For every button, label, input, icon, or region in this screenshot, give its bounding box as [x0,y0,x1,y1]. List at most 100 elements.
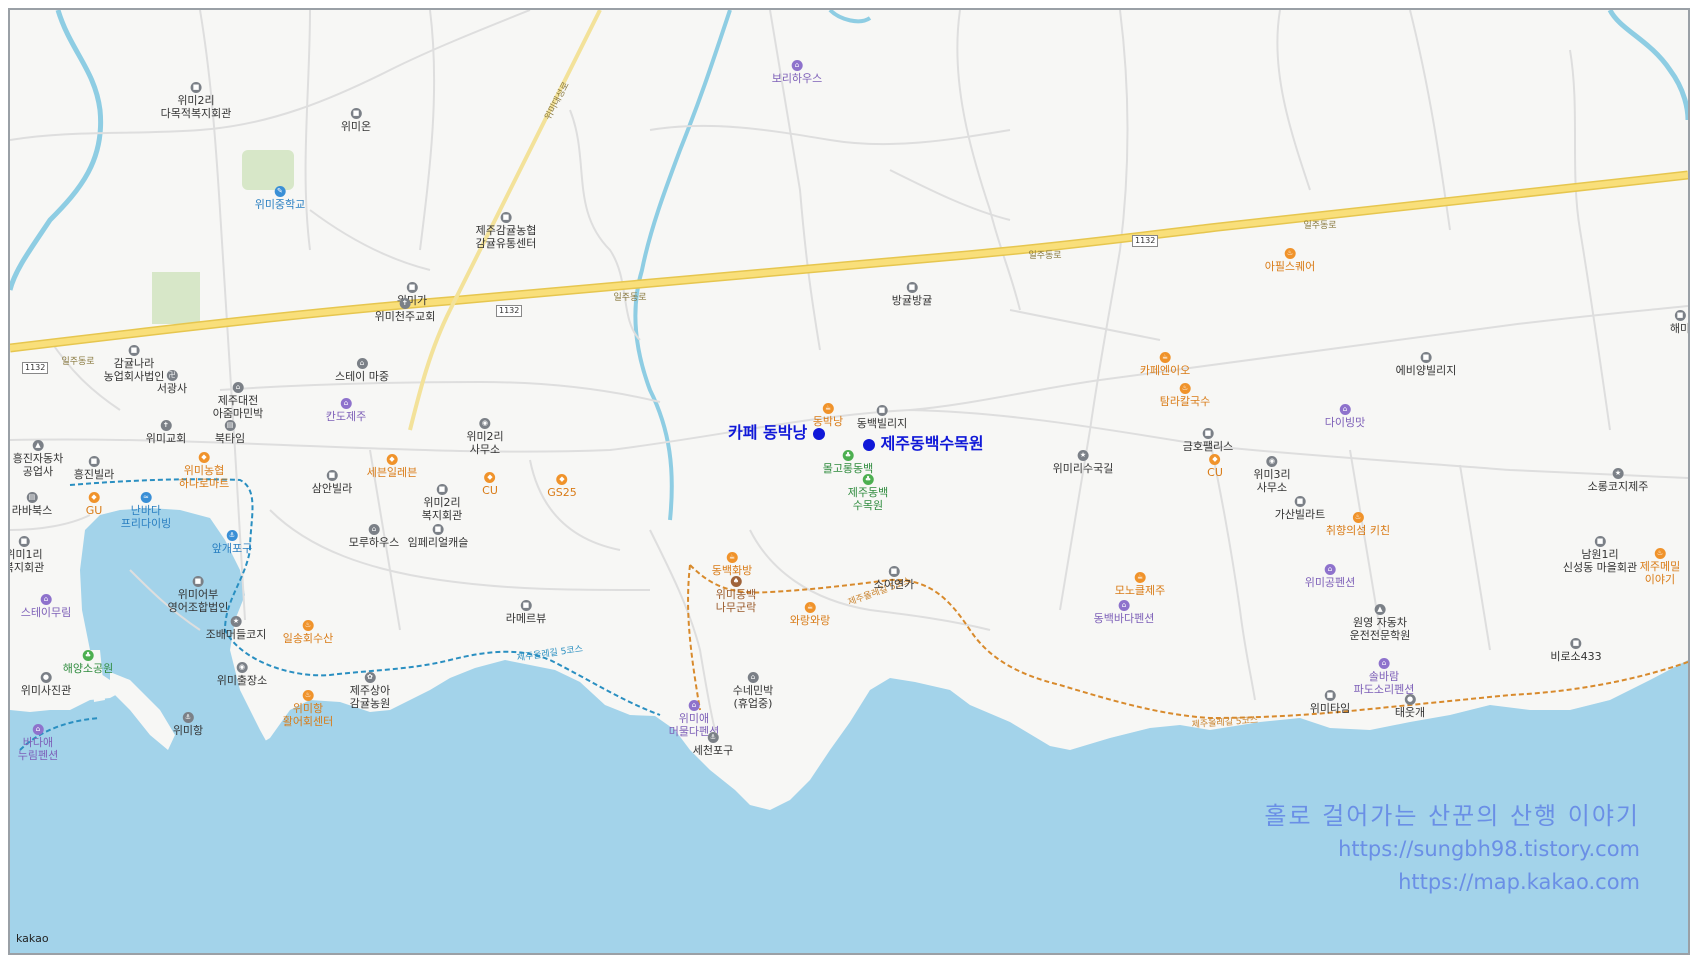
poi-label: 스테이 마중 [334,370,390,383]
poi-wimitaim[interactable]: ■ 위미타임 [1310,690,1350,715]
poi-wimi-photo[interactable]: ● 위미사진관 [21,672,71,697]
building-icon: ■ [18,536,30,547]
poi-kumho[interactable]: ■ 금호팰리스 [1183,428,1233,453]
map-frame[interactable]: 1132 1132 1132 일주동로 일주동로 일주동로 일주동로 위미대성로… [8,8,1690,955]
building-icon: ■ [500,212,512,223]
poi-sunemin[interactable]: ⌂ 수네민박 (휴업중) [733,672,773,710]
poi-ebiyang[interactable]: ■ 에비양빌리지 [1396,352,1456,377]
poi-wimi-gongpension[interactable]: ⌂ 위미공펜션 [1305,564,1355,589]
poi-rabaux[interactable]: ▤ 라바북스 [12,492,52,517]
poi-wimi3ri[interactable]: ◉ 위미3리 사무소 [1253,456,1291,494]
poi-wimi-nonghyup[interactable]: ◆ 위미농협 하나로마트 [179,452,229,490]
poi-cafe-enio[interactable]: ☕ 카페엔이오 [1140,352,1190,377]
poi-wimi2ri-welfare[interactable]: ■ 위미2리 복지회관 [422,484,462,522]
church-icon: ✝ [160,420,172,431]
poi-moruhouse[interactable]: ⌂ 모루하우스 [349,524,399,549]
poi-sambeon[interactable]: ◆ 세븐일레븐 [367,454,417,479]
poi-wimi2ri-hall[interactable]: ■ 위미2리 다목적복지회관 [161,82,231,120]
poi-dongbaek-village[interactable]: ■ 동백빌리지 [857,405,907,430]
poi-gu[interactable]: ◆ GU [86,492,102,517]
lodging-icon: ⌂ [747,672,759,683]
poi-soiyeonga[interactable]: ■ 소이연가 [874,566,914,591]
poi-jobae[interactable]: ★ 조배머들코지 [206,616,266,641]
poi-wimidongbaek[interactable]: ♠ 위미동백 나무군락 [716,576,756,614]
poi-label: 가산빌라트 [1274,508,1326,521]
store-icon: ◆ [386,454,398,465]
poi-wimihang-center[interactable]: ♨ 위미항 활어회센터 [283,690,333,728]
poi-heungjin-villa[interactable]: ■ 흥진빌라 [74,456,114,481]
lodging-icon: ⌂ [791,60,803,71]
poi-jeju-dongbaek[interactable]: ♣ 제주동백 수목원 [848,474,888,512]
poi-wimi1ri-hall[interactable]: ■위미1리복지회관 [8,536,44,574]
poi-wonyoung[interactable]: ▲ 원영 자동차 운전전문학원 [1350,604,1410,642]
poi-staymajung[interactable]: ⌂ 스테이 마중 [335,358,389,383]
poi-wimi-middle[interactable]: ✎ 위미중학교 [255,186,305,211]
poi-citrusnara[interactable]: ■ 감귤나라 농업회사법인 [104,345,164,383]
poi-label: 위미1리 [8,548,43,561]
poi-label: 위미항 [292,702,324,715]
arboretum-marker[interactable]: 제주동백수목원 [863,430,984,454]
poi-wimihang[interactable]: ⚓ 위미항 [173,712,203,737]
poi-heungjin-car[interactable]: ▲ 흥진자동차 공업사 [13,440,63,478]
poi-jeju-memil[interactable]: ♨ 제주메밀 이야기 [1640,548,1680,586]
poi-ilsong[interactable]: ♨ 일송회수산 [283,620,333,645]
poi-haemi[interactable]: ■ 해미 [1670,310,1688,335]
poi-cu2[interactable]: ◆ CU [1207,454,1223,479]
poi-labyrinth[interactable]: ■ 라메르뷰 [506,600,546,625]
poi-label: 사무소 [469,443,501,456]
poi-jeju-citrus[interactable]: ■ 제주감귤농협 감귤유통센터 [475,212,537,250]
poi-wimi-lighthouse[interactable]: ◉ 위미출장소 [216,662,268,687]
poi-wimi-church2[interactable]: ✝ 위미교회 [146,420,186,445]
poi-jejusanga[interactable]: ✿ 제주상아 감귤농원 [350,672,390,710]
poi-seogwangsa[interactable]: 卍 서광사 [157,370,187,395]
poi-label: 위미출장소 [216,674,268,687]
poi-apilsquare[interactable]: ♨ 아필스퀘어 [1265,248,1315,273]
poi-label: 영어조합법인 [167,601,229,614]
poi-apgaepogu[interactable]: ⚓ 앞개포구 [212,530,252,555]
poi-gs25[interactable]: ◆ GS25 [547,474,577,499]
poi-nanbada[interactable]: ≈ 난바다 프리다이빙 [120,492,172,530]
poi-wimi-fish[interactable]: ■ 위미어부 영어조합법인 [167,576,229,614]
poi-namwon1ri[interactable]: ■ 남원1리 신성동 마을회관 [1563,536,1637,574]
poi-wimi-church[interactable]: ✝ 위미천주교회 [375,298,435,323]
restaurant-icon: ♨ [302,690,314,701]
restaurant-icon: ♨ [1179,383,1191,394]
poi-badaae[interactable]: ⌂ 바다애 누림펜션 [18,724,58,762]
poi-bangyul[interactable]: ■ 방귤방귤 [892,282,932,307]
poi-stairim[interactable]: ⌂ 스테이무림 [21,594,71,619]
poi-label: 삼안빌라 [311,482,353,495]
cafe-dongbaknang-marker[interactable]: 카페 동박낭 [728,419,825,443]
poi-diving-nat[interactable]: ⌂ 다이빙맛 [1325,404,1365,429]
poi-imperial[interactable]: ■ 임페리얼캐슬 [408,524,468,549]
poi-cu1[interactable]: ◆ CU [482,472,498,497]
poi-boreehouse[interactable]: ⌂ 보리하우스 [772,60,822,85]
building-icon: ■ [1294,496,1306,507]
building-icon: ■ [906,282,918,293]
poi-samanvilla[interactable]: ■ 삼안빌라 [312,470,352,495]
lodging-icon: ⌂ [232,382,244,393]
poi-wimiri-sugukgil[interactable]: ★ 위미리수국길 [1053,450,1113,475]
lodging-icon: ⌂ [356,358,368,369]
poi-tamra-noodle[interactable]: ♨ 탐라칼국수 [1160,383,1210,408]
poi-monochrome[interactable]: ☕ 모노클제주 [1115,572,1165,597]
poi-wimi2ri-office[interactable]: ◉ 위미2리 사무소 [466,418,504,456]
poi-buktaim[interactable]: ▤ 북타임 [215,420,245,445]
poi-label: 프리다이빙 [120,517,172,530]
poi-dongbaek-bada[interactable]: ⌂ 동백바다펜션 [1094,600,1154,625]
poi-kandojeju[interactable]: ⌂ 칸도제주 [326,398,366,423]
poi-label: 감귤유통센터 [475,237,537,250]
poi-chwihyang[interactable]: ♨ 취향의섬 키친 [1326,512,1390,537]
poi-secheon[interactable]: ⚓ 세천포구 [693,732,733,757]
poi-biroso[interactable]: ■ 비로소433 [1550,638,1602,663]
poi-wimion[interactable]: ■ 위미온 [341,108,371,133]
lodging-icon: ⌂ [40,594,52,605]
poi-sorong[interactable]: ★ 소롱코지제주 [1588,468,1648,493]
poi-warangwarang[interactable]: ☕ 와랑와랑 [790,602,830,627]
poi-jejudaejeon[interactable]: ⌂ 제주대전 아줌마민박 [213,382,263,420]
poi-solbaram[interactable]: ⌂ 솔바람 파도소리펜션 [1354,658,1414,696]
diving-icon: ≈ [140,492,152,503]
poi-taeutgae[interactable]: ● 태웃개 [1395,694,1425,719]
poi-gasan[interactable]: ■ 가산빌라트 [1274,496,1326,521]
poi-dongbaekhwabang[interactable]: ☕ 동백화방 [712,552,752,577]
building-icon: ■ [128,345,140,356]
